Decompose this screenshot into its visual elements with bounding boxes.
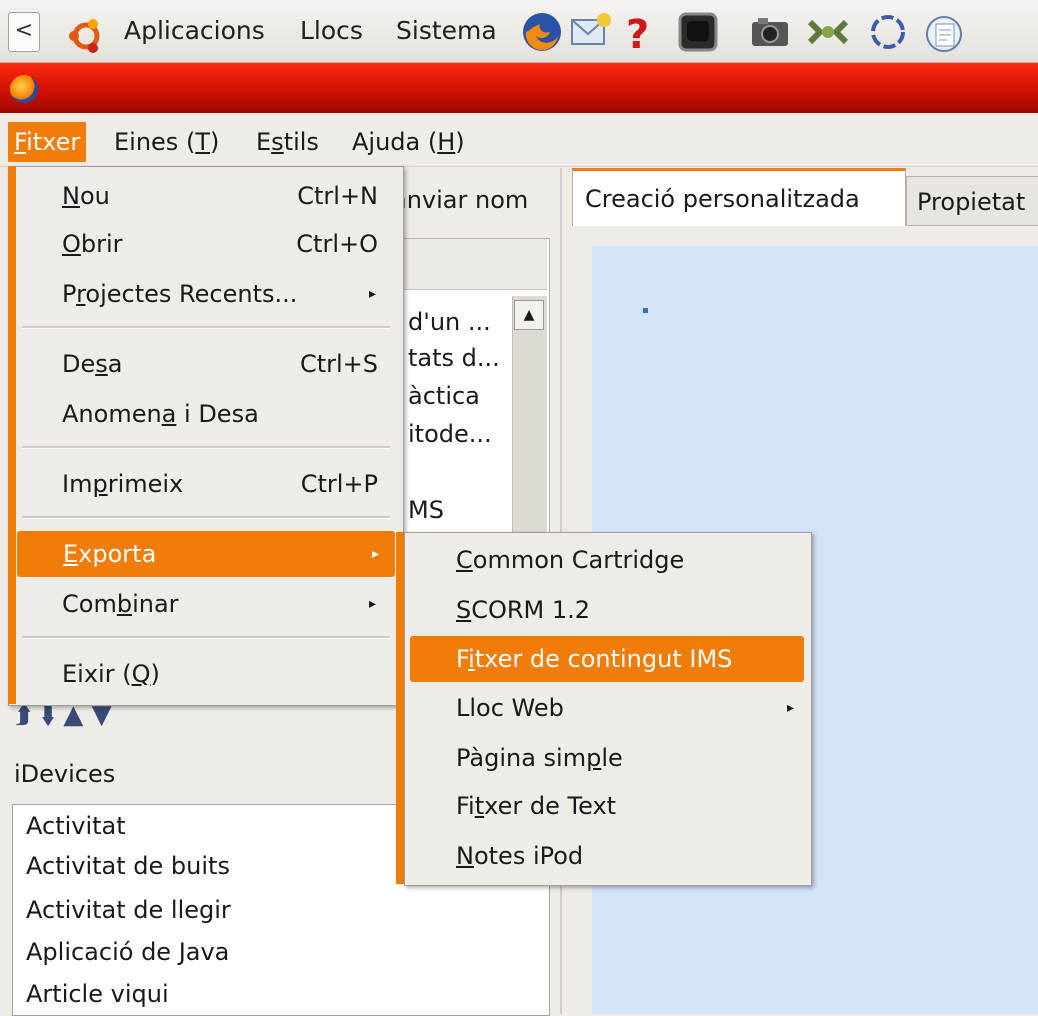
- menu-item-new[interactable]: Nou Ctrl+N: [20, 174, 392, 218]
- menu-item-recent-projects[interactable]: Projectes Recents... ▸: [20, 272, 392, 316]
- menu-item-website[interactable]: Lloc Web ▸: [410, 686, 804, 730]
- menu-item-open[interactable]: Obrir Ctrl+O: [20, 222, 392, 266]
- mail-icon[interactable]: [568, 10, 612, 54]
- panel-scroll-left-button[interactable]: <: [8, 12, 40, 52]
- scroll-up-arrow-icon[interactable]: ▲: [514, 300, 544, 330]
- menu-item-text-file[interactable]: Fitxer de Text: [410, 784, 804, 828]
- list-item[interactable]: Aplicació de Java: [26, 938, 229, 966]
- tree-node[interactable]: itode...: [408, 420, 512, 448]
- menu-item-ims-content[interactable]: Fitxer de contingut IMS: [410, 636, 804, 682]
- submenu-arrow-icon: ▸: [371, 546, 379, 562]
- camera-icon[interactable]: [748, 10, 792, 54]
- menu-item-single-page[interactable]: Pàgina simple: [410, 736, 804, 780]
- list-item[interactable]: Article viqui: [26, 980, 169, 1008]
- firefox-icon[interactable]: [520, 10, 564, 54]
- menu-item-print[interactable]: Imprimeix Ctrl+P: [20, 462, 392, 506]
- ubuntu-logo-icon[interactable]: [66, 16, 106, 56]
- panel-menu-system[interactable]: Sistema: [396, 16, 497, 45]
- file-menu-accent: [8, 166, 16, 704]
- menu-separator: [22, 326, 390, 329]
- submenu-arrow-icon: ▸: [368, 286, 376, 302]
- menu-item-scorm[interactable]: SCORM 1.2: [410, 588, 804, 632]
- tree-node[interactable]: àctica: [408, 382, 512, 410]
- submenu-arrow-icon: ▸: [368, 596, 376, 612]
- menu-item-save[interactable]: Desa Ctrl+S: [20, 342, 392, 386]
- tree-node[interactable]: tats d...: [408, 344, 512, 372]
- rename-button[interactable]: anviar nom: [392, 186, 528, 214]
- menu-file[interactable]: Fitxer: [8, 122, 87, 162]
- outline-tree-header: [397, 239, 547, 290]
- menu-item-ipod-notes[interactable]: Notes iPod: [410, 834, 804, 878]
- menu-item-merge[interactable]: Combinar ▸: [20, 582, 392, 626]
- list-item[interactable]: Activitat de llegir: [26, 896, 231, 924]
- menu-item-quit[interactable]: Eixir (Q): [20, 652, 392, 696]
- terminal-icon[interactable]: [676, 10, 720, 54]
- svg-text:?: ?: [626, 12, 649, 54]
- menu-tools[interactable]: Eines (T): [108, 122, 225, 162]
- outline-scrollbar[interactable]: [512, 296, 547, 538]
- idevices-label: iDevices: [14, 760, 116, 788]
- network-icon[interactable]: [806, 10, 850, 54]
- canvas-marker: [643, 308, 648, 313]
- list-item[interactable]: Activitat de buits: [26, 852, 230, 880]
- tree-node[interactable]: MS: [408, 496, 512, 524]
- tab-custom-authoring[interactable]: Creació personalitzada: [572, 168, 906, 226]
- panel-menu-applications[interactable]: Aplicacions: [124, 16, 265, 45]
- menu-styles[interactable]: Estils: [250, 122, 325, 162]
- menu-item-save-as[interactable]: Anomena i Desa: [20, 392, 392, 436]
- circle-tool-icon[interactable]: [866, 10, 910, 54]
- panel-menu-places[interactable]: Llocs: [300, 16, 363, 45]
- tab-properties[interactable]: Propietat: [906, 176, 1038, 226]
- window-title-bar: [0, 63, 1038, 113]
- menu-item-export[interactable]: Exporta ▸: [17, 531, 395, 577]
- submenu-arrow-icon: ▸: [786, 700, 794, 716]
- help-icon[interactable]: ?: [618, 10, 662, 54]
- list-item[interactable]: Activitat: [26, 812, 126, 840]
- tree-node[interactable]: d'un ...: [408, 308, 512, 336]
- menu-separator: [22, 446, 390, 449]
- menu-separator: [22, 636, 390, 639]
- window-app-icon: [10, 75, 38, 103]
- menu-separator: [22, 516, 390, 519]
- pidgin-icon[interactable]: [922, 10, 966, 54]
- menu-item-common-cartridge[interactable]: Common Cartridge: [410, 538, 804, 582]
- menu-help[interactable]: Ajuda (H): [346, 122, 471, 162]
